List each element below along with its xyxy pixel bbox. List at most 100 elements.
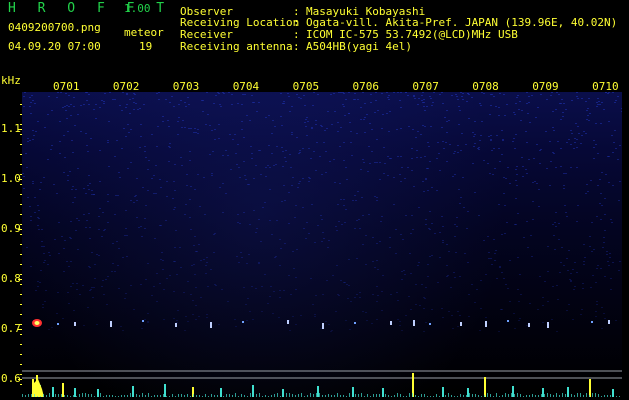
activity-floor [127,395,128,397]
noise-pixel [295,205,297,206]
noise-pixel [59,153,61,154]
noise-pixel [488,258,490,259]
activity-floor [196,395,197,397]
noise-pixel [363,162,365,163]
noise-pixel [244,175,246,176]
noise-pixel [236,164,238,165]
noise-pixel [361,197,363,198]
noise-pixel [607,261,609,262]
noise-pixel [397,92,399,93]
noise-pixel [173,181,175,182]
noise-pixel [383,173,385,174]
meteor-echo [210,322,212,328]
noise-pixel [348,113,350,114]
noise-pixel [596,304,598,305]
noise-pixel [103,101,105,102]
noise-pixel [288,192,290,193]
noise-pixel [258,219,260,220]
noise-pixel [566,258,568,259]
noise-pixel [41,229,43,230]
activity-bar [317,386,319,397]
noise-pixel [571,100,573,101]
noise-pixel [457,311,459,312]
noise-pixel [431,187,433,188]
noise-pixel [218,138,220,139]
noise-pixel [474,143,476,144]
noise-pixel [419,305,421,306]
noise-pixel [408,126,410,127]
noise-pixel [393,92,395,93]
noise-pixel [562,116,564,117]
noise-pixel [562,112,564,113]
noise-pixel [525,131,527,132]
noise-pixel [601,328,603,329]
noise-pixel [210,269,212,270]
noise-pixel [184,330,186,331]
activity-floor [445,395,446,397]
noise-pixel [397,319,399,320]
noise-pixel [527,247,529,248]
noise-pixel [441,308,443,309]
noise-pixel [299,152,301,153]
noise-pixel [502,139,504,140]
noise-pixel [414,98,416,99]
noise-pixel [615,320,617,321]
noise-pixel [454,224,456,225]
noise-pixel [69,171,71,172]
noise-pixel [448,311,450,312]
activity-floor [97,396,98,397]
noise-pixel [576,92,578,93]
noise-pixel [509,260,511,261]
noise-pixel [384,163,386,164]
noise-pixel [43,262,45,263]
noise-pixel [58,253,60,254]
noise-pixel [134,196,136,197]
noise-pixel [218,324,220,325]
noise-pixel [474,121,476,122]
activity-floor [247,396,248,397]
noise-pixel [325,172,327,173]
noise-pixel [126,94,128,95]
noise-pixel [577,98,579,99]
noise-pixel [223,93,225,94]
noise-pixel [325,321,327,322]
noise-pixel [214,284,216,285]
noise-pixel [591,222,593,223]
x-tick-label-0703: 0703 [172,80,200,93]
activity-floor [505,393,506,397]
noise-pixel [344,115,346,116]
noise-pixel [593,140,595,141]
noise-pixel [50,149,52,150]
noise-pixel [239,177,241,178]
noise-pixel [418,98,420,99]
activity-floor [595,393,596,397]
noise-pixel [550,95,552,96]
x-tick-label-0701: 0701 [53,80,80,93]
noise-pixel [560,103,562,104]
noise-pixel [326,128,328,129]
noise-pixel [487,163,489,164]
noise-pixel [538,189,540,190]
noise-pixel [357,191,359,192]
activity-floor [337,393,338,397]
antenna-label: Receiving antenna [180,40,293,53]
noise-pixel [243,161,245,162]
noise-pixel [143,104,145,105]
noise-pixel [364,132,366,133]
noise-pixel [450,287,452,288]
noise-pixel [253,210,255,211]
noise-pixel [82,285,84,286]
noise-pixel [597,153,599,154]
activity-floor [460,394,461,397]
noise-pixel [40,270,42,271]
noise-pixel [560,148,562,149]
noise-pixel [92,297,94,298]
noise-pixel [78,220,80,221]
noise-pixel [295,324,297,325]
noise-pixel [299,150,301,151]
activity-floor [409,393,410,397]
noise-pixel [41,241,43,242]
noise-pixel [425,322,427,323]
noise-pixel [107,142,109,143]
antenna-sep: : [293,40,300,53]
